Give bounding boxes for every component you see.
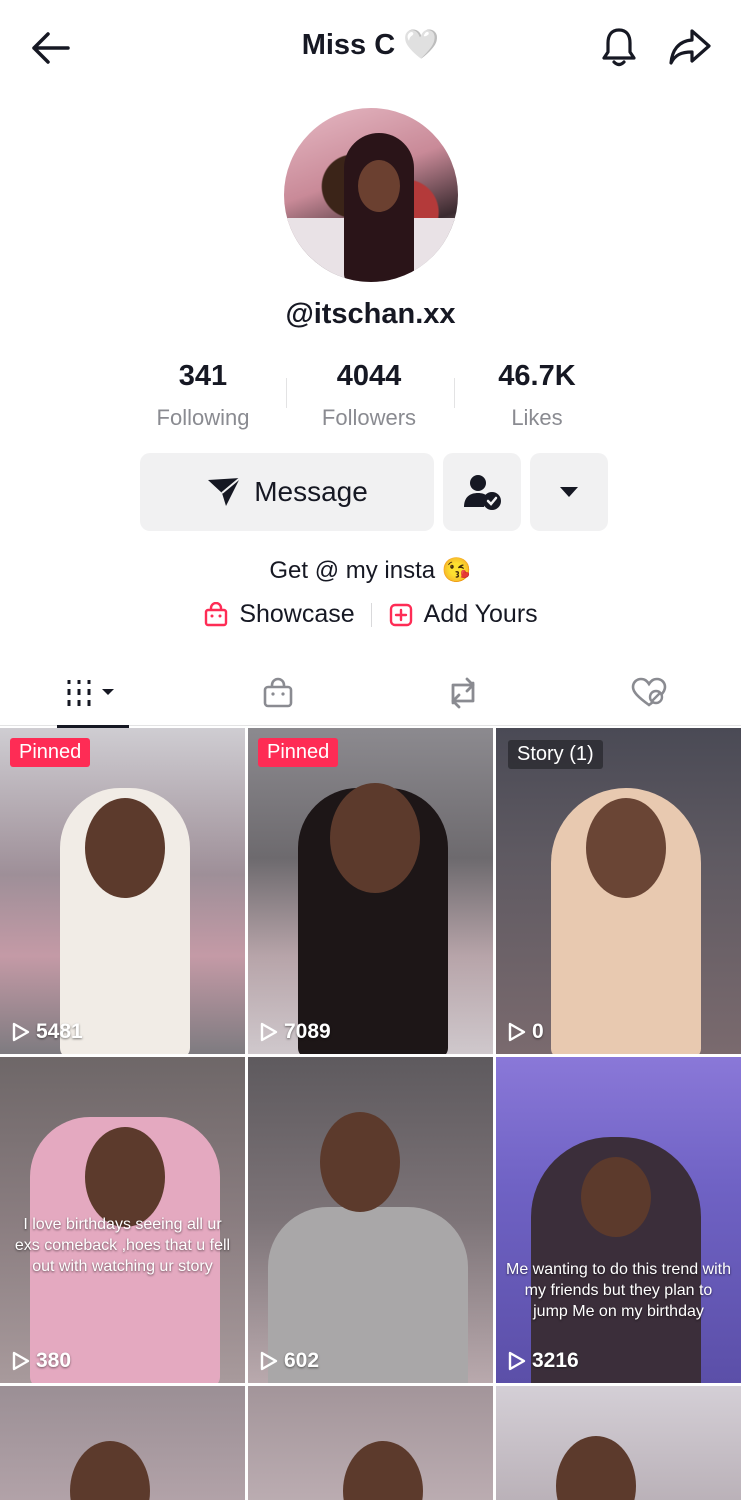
avatar[interactable] [284,108,458,282]
play-icon [508,1022,526,1042]
thumbnail-face [330,783,420,893]
view-count: 5481 [12,1020,83,1044]
repost-icon [451,677,474,709]
add-yours-icon [389,603,412,626]
pinned-badge: Pinned [10,738,91,767]
video-thumbnail[interactable]: Story (1) 0 [496,728,741,1054]
notifications-button[interactable] [596,24,642,70]
view-count: 0 [508,1020,544,1044]
add-yours-link[interactable]: Add Yours [388,600,538,629]
stat-label: Likes [511,405,563,430]
profile-stats: 341 Following 4044 Followers 46.7K Likes [120,360,620,440]
thumbnail-face [85,1127,165,1227]
view-count: 602 [260,1349,319,1373]
view-count: 380 [12,1349,71,1373]
top-bar: Miss C 🤍 [0,0,741,96]
video-thumbnail[interactable] [248,1386,493,1500]
video-caption: I love birthdays seeing all ur exs comeb… [14,1216,231,1275]
liked-hidden-icon [631,677,666,707]
stat-value: 46.7K [498,360,576,392]
tab-shop[interactable] [185,660,370,726]
showcase-link[interactable]: Showcase [203,600,355,629]
play-icon [260,1351,278,1371]
shopping-bag-icon [263,677,292,708]
stat-value: 341 [178,360,228,392]
stat-followers[interactable]: 4044 Followers [286,360,452,431]
link-divider [370,602,372,627]
profile-links: Showcase Add Yours [0,600,741,629]
username: @itschan.xx [285,298,456,330]
thumbnail-face [85,798,165,898]
view-count-value: 5481 [36,1020,83,1043]
view-count: 3216 [508,1349,579,1373]
user-check-icon [464,475,501,510]
avatar-photo-face [358,160,400,212]
following-status-button[interactable] [443,453,521,531]
video-thumbnail[interactable] [0,1386,245,1500]
tab-liked[interactable] [556,660,741,726]
video-thumbnail[interactable]: Me wanting to do this trend with my frie… [496,1057,741,1383]
play-icon [508,1351,526,1371]
story-badge: Story (1) [508,740,603,769]
view-count: 7089 [260,1020,331,1044]
video-thumbnail[interactable]: Pinned 5481 [0,728,245,1054]
video-thumbnail[interactable]: 602 [248,1057,493,1383]
caret-down-icon [560,487,578,497]
thumbnail-face [320,1112,400,1212]
thumbnail-face [581,1157,651,1237]
play-icon [12,1022,30,1042]
white-heart-emoji: 🤍 [403,29,440,61]
stat-following[interactable]: 341 Following [120,360,286,431]
more-options-button[interactable] [530,453,608,531]
stat-label: Followers [321,405,417,430]
stat-label: Following [156,405,250,430]
shopping-bag-icon [205,601,228,626]
content-tabs [0,660,741,728]
tab-videos[interactable] [0,660,185,728]
message-button[interactable]: Message [140,453,434,531]
profile-bio: Get @ my insta 😘 [269,557,472,584]
view-count-value: 602 [284,1349,320,1372]
stat-likes[interactable]: 46.7K Likes [454,360,620,431]
add-yours-label: Add Yours [423,600,538,628]
view-count-value: 0 [532,1020,544,1043]
video-thumbnail[interactable]: Pinned 7089 [248,728,493,1054]
share-button[interactable] [666,24,714,70]
play-icon [260,1022,278,1042]
paper-plane-icon [208,477,241,506]
showcase-label: Showcase [239,600,355,628]
bell-icon [602,28,636,67]
profile-display-name: Miss C [301,28,396,61]
grid-videos-icon [67,680,114,706]
video-thumbnail[interactable] [496,1386,741,1500]
view-count-value: 7089 [284,1020,331,1043]
pinned-badge: Pinned [258,738,339,767]
tab-reposts[interactable] [370,660,555,726]
stat-value: 4044 [336,360,402,392]
message-label: Message [254,476,368,507]
view-count-value: 380 [36,1349,72,1372]
view-count-value: 3216 [532,1349,579,1372]
video-caption: Me wanting to do this trend with my frie… [506,1261,732,1320]
thumbnail-face [586,798,666,898]
video-thumbnail[interactable]: I love birthdays seeing all ur exs comeb… [0,1057,245,1383]
share-arrow-icon [669,29,711,65]
play-icon [12,1351,30,1371]
